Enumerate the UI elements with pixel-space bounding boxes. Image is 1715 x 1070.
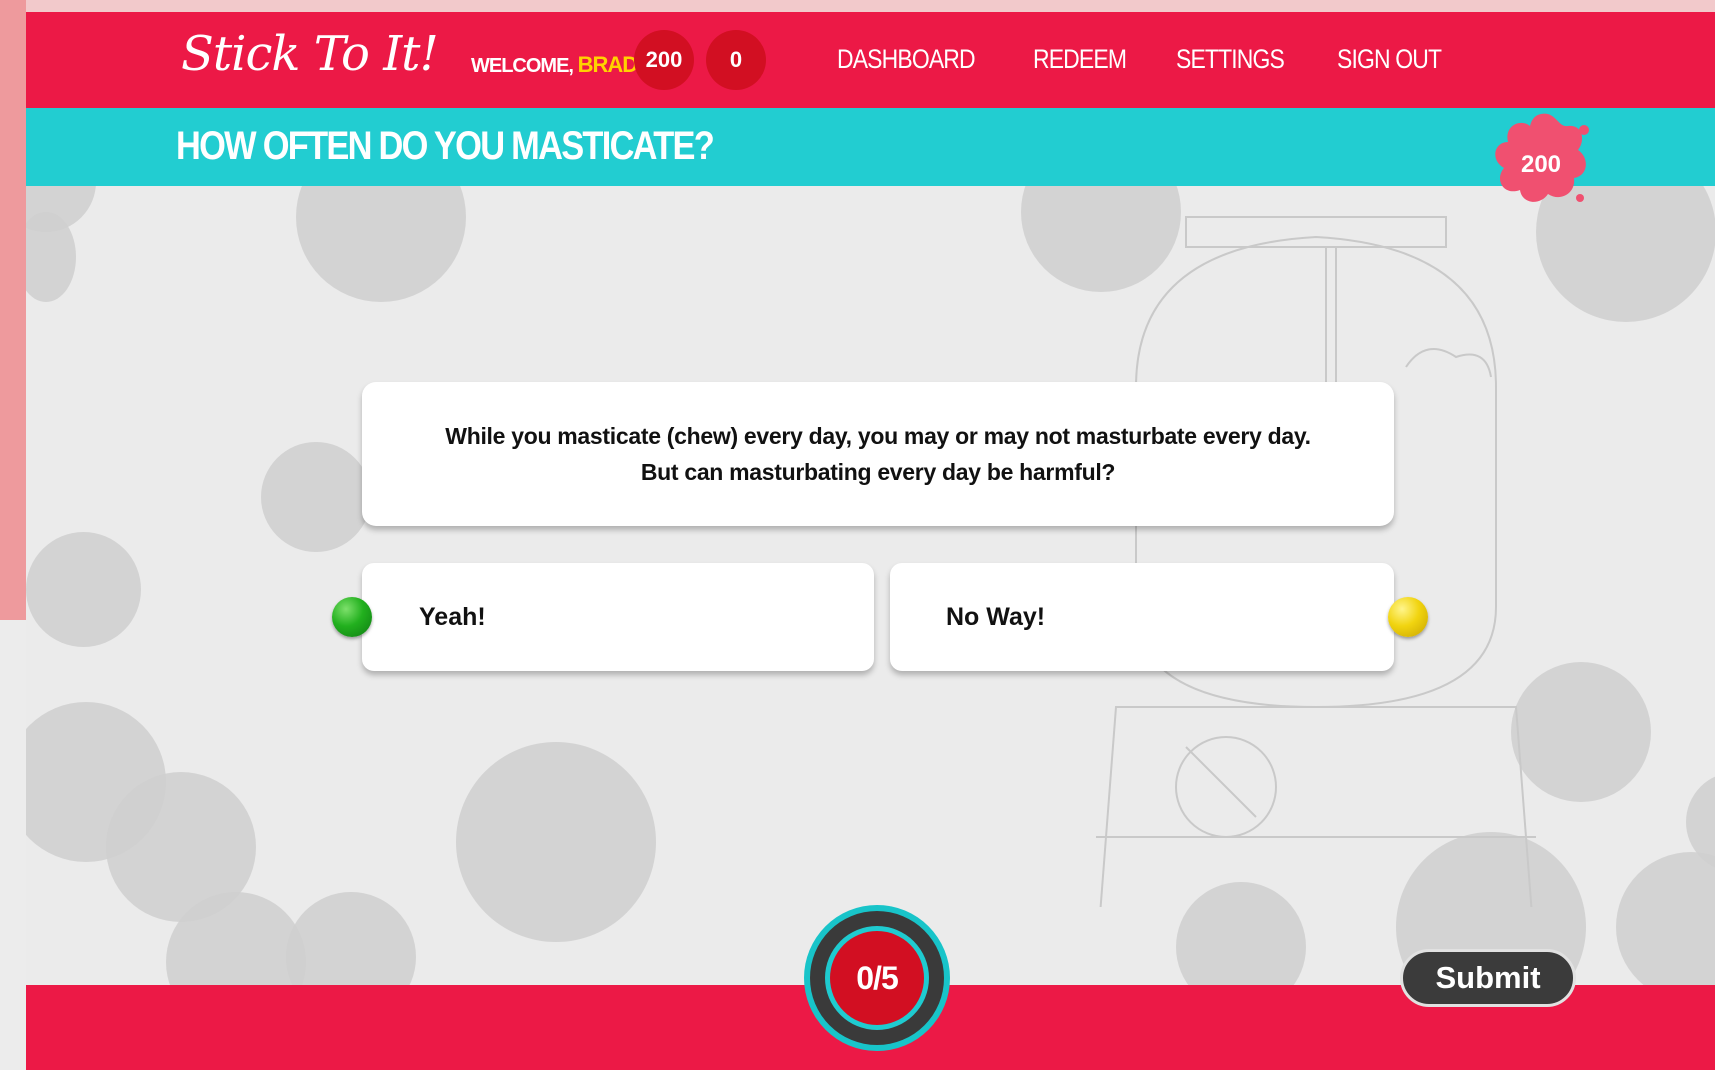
app-logo[interactable]: Stick To It!: [181, 26, 439, 82]
answer-option-yeah[interactable]: Yeah!: [362, 563, 874, 671]
prompt-line-1: While you masticate (chew) every day, yo…: [445, 423, 1311, 449]
background-bubble: [456, 742, 656, 942]
question-title: HOW OFTEN DO YOU MASTICATE?: [176, 124, 715, 168]
points-splat-icon: 200: [1495, 113, 1589, 202]
user-name: BRAD: [577, 52, 639, 77]
top-navbar: Stick To It! WELCOME, BRAD 200 0 DASHBOA…: [26, 12, 1715, 108]
nav-dashboard[interactable]: DASHBOARD: [837, 44, 976, 75]
prompt-line-2: But can masturbating every day be harmfu…: [640, 459, 1116, 485]
welcome-label: WELCOME,: [471, 55, 574, 77]
answer-label: No Way!: [946, 602, 1046, 631]
left-edge-strip-lower: [0, 620, 26, 1070]
background-bubble: [1616, 852, 1715, 1002]
app-frame: Stick To It! WELCOME, BRAD 200 0 DASHBOA…: [26, 12, 1715, 1070]
top-edge: [26, 0, 1715, 12]
welcome-message: WELCOME, BRAD: [471, 52, 639, 78]
splat-points: 200: [1521, 151, 1561, 178]
question-prompt-card: While you masticate (chew) every day, yo…: [362, 382, 1394, 526]
yellow-dot-icon[interactable]: [1388, 597, 1428, 637]
count-badge: 0: [706, 30, 766, 90]
background-bubble: [26, 532, 141, 647]
nav-sign-out[interactable]: SIGN OUT: [1337, 44, 1442, 75]
submit-button[interactable]: Submit: [1400, 949, 1576, 1007]
question-title-bar: HOW OFTEN DO YOU MASTICATE?: [26, 108, 1715, 186]
green-dot-icon[interactable]: [332, 597, 372, 637]
points-badge: 200: [634, 30, 694, 90]
main-nav: DASHBOARD REDEEM SETTINGS SIGN OUT: [837, 44, 1460, 75]
gumball-machine-illustration: [1096, 216, 1536, 907]
nav-redeem[interactable]: REDEEM: [1033, 44, 1127, 75]
left-edge-strip: [0, 0, 26, 620]
answer-label: Yeah!: [419, 602, 486, 631]
nav-settings[interactable]: SETTINGS: [1176, 44, 1285, 75]
answer-option-no-way[interactable]: No Way!: [890, 563, 1394, 671]
progress-indicator: 0/5: [830, 931, 924, 1025]
background-bubble: [261, 442, 371, 552]
